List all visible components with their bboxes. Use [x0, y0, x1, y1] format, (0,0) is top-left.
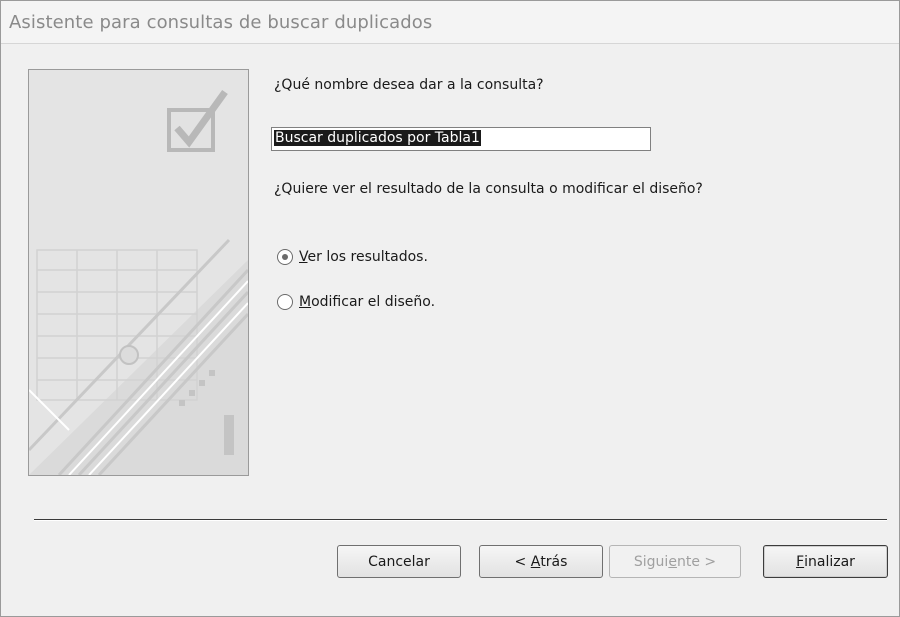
next-button[interactable]: Sigui e nte > [609, 545, 741, 578]
query-name-input[interactable]: Buscar duplicados por Tabla1 [271, 127, 651, 151]
radio-modify-design-label: Modificar el diseño. [299, 294, 436, 310]
radio-view-results[interactable]: Ver los resultados. [277, 246, 428, 268]
result-question-label: ¿Quiere ver el resultado de la consulta … [274, 181, 703, 197]
cancel-button[interactable]: Cancelar [337, 545, 461, 578]
back-button[interactable]: < Atrás [479, 545, 603, 578]
title-bar: Asistente para consultas de buscar dupli… [1, 1, 899, 44]
footer-separator [34, 519, 887, 521]
wizard-illustration [28, 69, 249, 476]
finish-button[interactable]: Finalizar [763, 545, 888, 578]
name-question-label: ¿Qué nombre desea dar a la consulta? [274, 77, 544, 93]
radio-unselected-icon[interactable] [277, 294, 293, 310]
query-name-value: Buscar duplicados por Tabla1 [274, 130, 481, 146]
wizard-illustration-graphic [29, 70, 248, 475]
radio-view-results-label: Ver los resultados. [299, 249, 428, 265]
radio-modify-design[interactable]: Modificar el diseño. [277, 291, 435, 313]
window-title: Asistente para consultas de buscar dupli… [9, 12, 433, 33]
radio-selected-icon[interactable] [277, 249, 293, 265]
wizard-dialog: Asistente para consultas de buscar dupli… [0, 0, 900, 617]
